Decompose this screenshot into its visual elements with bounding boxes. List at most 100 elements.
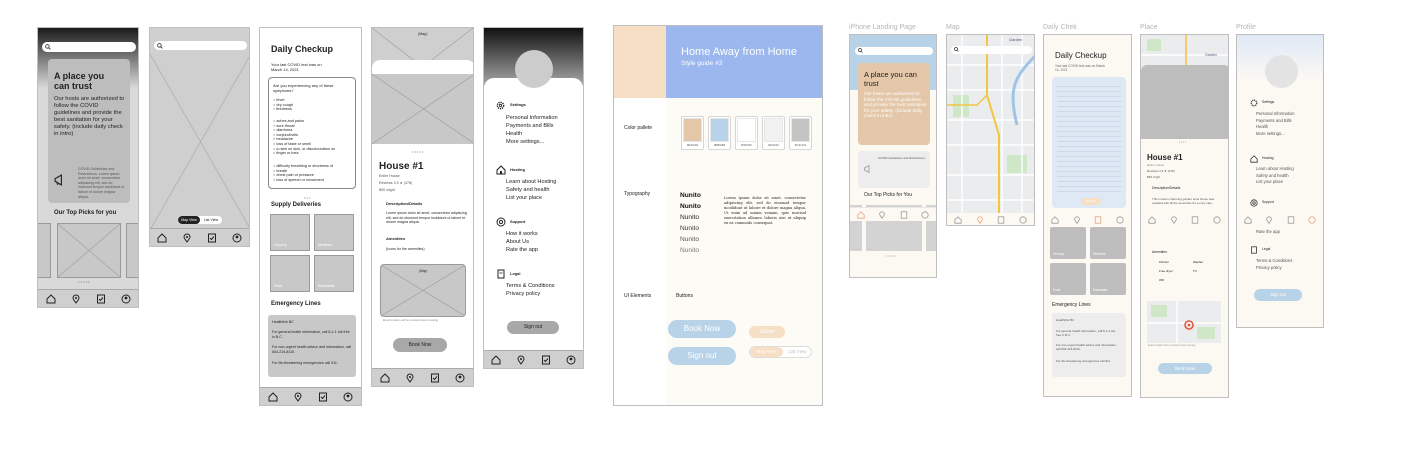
checklist-icon[interactable]: [1191, 216, 1199, 224]
profile-icon[interactable]: [121, 294, 131, 304]
checklist-icon[interactable]: [900, 210, 908, 219]
map-area[interactable]: [150, 54, 249, 230]
legal-item[interactable]: Terms & Conditions: [506, 282, 555, 290]
location-icon[interactable]: [293, 392, 303, 402]
profile-icon[interactable]: [921, 210, 929, 219]
place-map-small[interactable]: [1147, 301, 1221, 343]
location-icon[interactable]: [878, 210, 886, 219]
symptom-list-c[interactable]: ○ difficulty breathing or shortness of ○ …: [273, 164, 353, 182]
profile-icon[interactable]: [232, 233, 242, 243]
supply-grocery[interactable]: Grocery: [270, 214, 310, 251]
settings-item[interactable]: More settings...: [1256, 131, 1295, 138]
symptom-option[interactable]: ○ finger or toes: [273, 151, 353, 156]
list-view-toggle[interactable]: List View: [783, 347, 811, 357]
location-icon[interactable]: [71, 294, 81, 304]
announcement-card[interactable]: COVID Guidelines and Restrictions. Lorem…: [48, 161, 130, 203]
location-icon[interactable]: [516, 355, 526, 365]
settings-item[interactable]: Personal Information: [506, 114, 558, 122]
checklist-icon[interactable]: [96, 294, 106, 304]
symptom-list-a[interactable]: ○ fever ○ dry cough ○ tiredness: [273, 98, 353, 112]
legal-item[interactable]: Privacy policy: [1256, 265, 1292, 272]
pick-card-right[interactable]: [126, 223, 138, 278]
list-view-toggle[interactable]: List View: [200, 216, 222, 224]
supply-food[interactable]: Food: [270, 255, 310, 292]
hosting-item[interactable]: Learn about Hosting: [506, 178, 556, 186]
symptom-option[interactable]: ○ tiredness: [273, 107, 353, 112]
support-item[interactable]: About Us: [506, 238, 538, 246]
home-icon[interactable]: [1148, 216, 1156, 224]
map-view-toggle[interactable]: Map View: [750, 347, 783, 357]
sign-out-button[interactable]: Sign out: [507, 321, 559, 334]
view-toggle[interactable]: Map View List View: [178, 216, 222, 224]
place-photo-card[interactable]: [372, 60, 473, 148]
settings-item[interactable]: Personal Information: [1256, 111, 1295, 118]
support-item[interactable]: How it works: [506, 230, 538, 238]
support-item[interactable]: Rate the app: [506, 246, 538, 254]
location-icon[interactable]: [1265, 216, 1273, 224]
supply-food[interactable]: Food: [1050, 263, 1086, 295]
home-icon[interactable]: [857, 210, 865, 219]
place-photo[interactable]: [372, 74, 473, 144]
legal-item[interactable]: Terms & Conditions: [1256, 258, 1292, 265]
legal-item[interactable]: Privacy policy: [506, 290, 555, 298]
supply-medicine[interactable]: Medicine: [1090, 227, 1126, 259]
checklist-icon[interactable]: [207, 233, 217, 243]
profile-icon[interactable]: [1116, 216, 1124, 224]
location-icon[interactable]: [1170, 216, 1178, 224]
settings-item[interactable]: More settings...: [506, 138, 558, 146]
hosting-item[interactable]: List your place: [1256, 179, 1294, 186]
home-icon[interactable]: [1244, 216, 1252, 224]
hosting-item[interactable]: Learn about Hosting: [1256, 166, 1294, 173]
settings-item[interactable]: Payments and Bills: [1256, 118, 1295, 125]
place-map-small[interactable]: (Map): [380, 264, 466, 317]
avatar[interactable]: [515, 50, 553, 88]
symptom-option[interactable]: ○ loss of speech or movement: [273, 178, 353, 183]
settings-item[interactable]: Health: [1256, 124, 1295, 131]
checklist-icon[interactable]: [1287, 216, 1295, 224]
profile-icon[interactable]: [1308, 216, 1316, 224]
location-icon[interactable]: [976, 216, 984, 224]
settings-item[interactable]: Payments and Bills: [506, 122, 558, 130]
submit-button[interactable]: Submit: [1081, 198, 1101, 205]
checklist-icon[interactable]: [997, 216, 1005, 224]
place-photo[interactable]: [1141, 65, 1228, 139]
checklist-icon[interactable]: [541, 355, 551, 365]
map-view-toggle[interactable]: Map View: [178, 216, 200, 224]
book-now-button[interactable]: Book Now: [393, 338, 447, 352]
hero-card[interactable]: A place you can trust Our hosts are auth…: [858, 63, 930, 145]
announcement-card[interactable]: COVID Guidelines and Restrictions: [858, 151, 930, 188]
search-input[interactable]: [951, 46, 1032, 54]
symptom-list-b[interactable]: ○ aches and pains ○ sore throat ○ diarrhoe…: [273, 119, 353, 156]
home-icon[interactable]: [46, 293, 56, 304]
profile-icon[interactable]: [455, 373, 465, 383]
checklist-icon[interactable]: [1094, 216, 1102, 224]
supply-essentials[interactable]: Essentials: [1090, 263, 1126, 295]
profile-icon[interactable]: [566, 355, 576, 365]
book-now-sample-button[interactable]: Book Now: [668, 320, 736, 338]
home-icon[interactable]: [954, 216, 962, 224]
location-icon[interactable]: [182, 233, 192, 243]
pick-card-left[interactable]: [38, 223, 51, 278]
support-rate[interactable]: Rate the app: [1256, 229, 1280, 235]
symptom-box[interactable]: Submit: [1052, 77, 1126, 208]
location-icon[interactable]: [405, 373, 415, 383]
settings-item[interactable]: Health: [506, 130, 558, 138]
profile-icon[interactable]: [1213, 216, 1221, 224]
location-icon[interactable]: [1073, 216, 1081, 224]
sign-out-sample-button[interactable]: Sign out: [668, 347, 736, 365]
home-icon[interactable]: [268, 391, 278, 402]
search-input[interactable]: [855, 47, 933, 55]
submit-sample-button[interactable]: Submit: [749, 326, 785, 338]
hosting-item[interactable]: List your place: [506, 194, 556, 202]
search-input[interactable]: [42, 42, 136, 52]
supply-essentials[interactable]: Essentials: [314, 255, 354, 292]
profile-icon[interactable]: [1019, 216, 1027, 224]
hosting-item[interactable]: Safety and health: [506, 186, 556, 194]
street-map[interactable]: [947, 35, 1035, 226]
home-icon[interactable]: [380, 372, 390, 383]
pick-card-main[interactable]: [57, 223, 121, 278]
home-icon[interactable]: [157, 232, 167, 243]
checklist-icon[interactable]: [430, 373, 440, 383]
book-now-button[interactable]: Book Now: [1158, 363, 1212, 374]
supply-grocery[interactable]: Grocery: [1050, 227, 1086, 259]
